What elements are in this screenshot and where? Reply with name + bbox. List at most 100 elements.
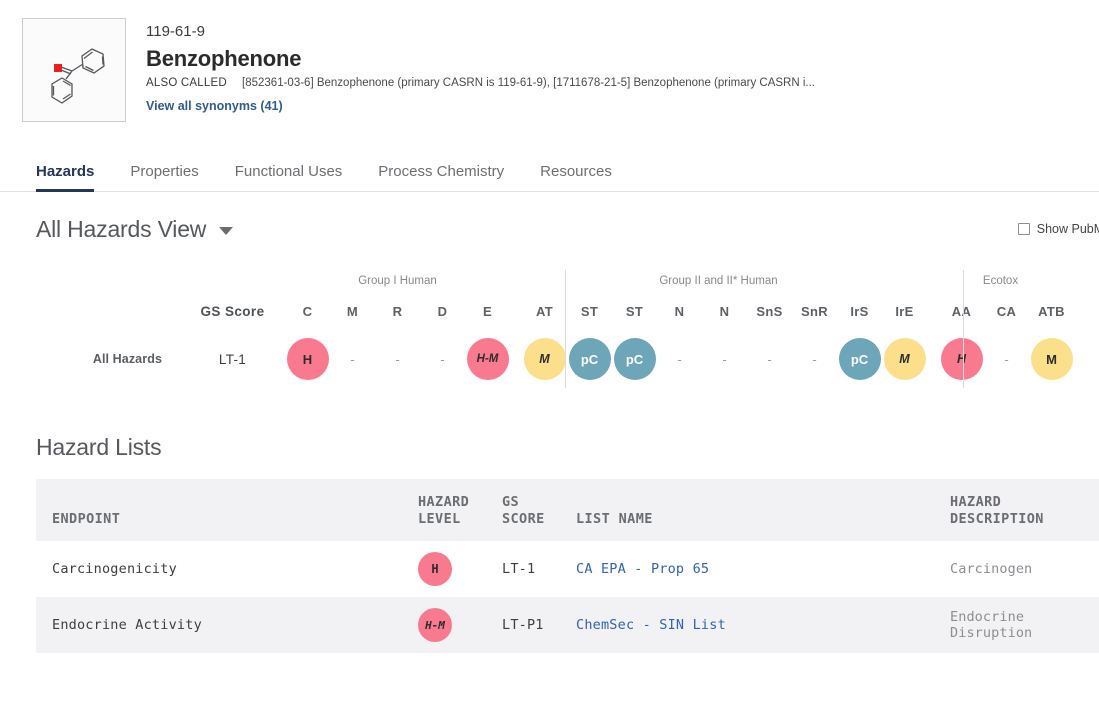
col-header-SnS[interactable]: SnS: [747, 304, 792, 319]
hazard-bubble-C[interactable]: H: [286, 338, 329, 380]
gs-score-line1: GS: [502, 494, 520, 510]
hazard-cell-IrS[interactable]: pC: [837, 338, 882, 380]
tab-functional-uses[interactable]: Functional Uses: [217, 164, 361, 191]
col-header-R[interactable]: R: [375, 304, 420, 319]
group-label-group-i-human: Group I Human: [358, 275, 437, 287]
hazard-level-badge[interactable]: H: [418, 552, 452, 586]
hazard-level-badge[interactable]: H-M: [418, 608, 452, 642]
hazard-bubble-ST1[interactable]: pC: [568, 338, 611, 380]
group-label-ecotox: Ecotox: [982, 275, 1019, 287]
all-hazards-view-dropdown[interactable]: All Hazards View: [36, 215, 234, 243]
cell-endpoint: Carcinogenicity: [52, 561, 177, 577]
tab-process-chemistry[interactable]: Process Chemistry: [360, 164, 522, 191]
hazard-bubble-IrE[interactable]: M: [883, 338, 926, 380]
hazard-cell-R: -: [395, 351, 400, 367]
tab-resources[interactable]: Resources: [522, 164, 630, 191]
cell-hazard-level[interactable]: H-M: [418, 608, 502, 642]
hazard-grid-group-labels: Group I Human Group II and II* Human Eco…: [0, 268, 1099, 294]
col-header-gs-score: GS SCORE: [502, 494, 576, 541]
hazard-cell-SnR: -: [812, 351, 817, 367]
col-header-hazard-level: HAZARD LEVEL: [418, 494, 502, 541]
cell-list-name-link[interactable]: ChemSec - SIN List: [576, 617, 950, 633]
col-header-N1[interactable]: N: [657, 304, 702, 319]
chevron-down-icon: [219, 227, 234, 235]
col-header-AA[interactable]: AA: [939, 304, 984, 319]
col-header-IrE[interactable]: IrE: [882, 304, 927, 319]
col-header-M[interactable]: M: [330, 304, 375, 319]
group-divider-2: [963, 270, 964, 388]
col-header-endpoint: ENDPOINT: [52, 511, 121, 527]
col-header-ATB[interactable]: ATB: [1029, 304, 1074, 319]
col-header-ST1[interactable]: ST: [567, 304, 612, 319]
col-header-E[interactable]: E: [465, 304, 510, 319]
hazard-lists-table: ENDPOINT HAZARD LEVEL GS SCORE LIST NAME…: [36, 479, 1099, 653]
cell-hazard-level[interactable]: H: [418, 552, 502, 586]
hazard-grid: Group I Human Group II and II* Human Eco…: [0, 268, 1099, 408]
hazard-cell-ATB[interactable]: M: [1029, 338, 1074, 380]
row-label-all-hazards: All Hazards: [92, 352, 162, 366]
col-header-IrS[interactable]: IrS: [837, 304, 882, 319]
hazard-cell-D: -: [440, 351, 445, 367]
tab-hazards[interactable]: Hazards: [36, 164, 112, 192]
hazard-cell-CA: -: [1004, 351, 1009, 367]
view-all-synonyms-link[interactable]: View all synonyms (41): [146, 99, 283, 113]
tab-properties[interactable]: Properties: [112, 164, 216, 191]
hazard-level-line1: HAZARD: [418, 494, 470, 510]
cell-gs-score: LT-1: [502, 561, 536, 577]
col-header-list-name: LIST NAME: [576, 511, 653, 527]
show-pubmed-label: Show PubMed I: [1036, 222, 1099, 236]
table-row[interactable]: Carcinogenicity H LT-1 CA EPA - Prop 65 …: [36, 541, 1099, 597]
hazard-cell-AA[interactable]: H: [939, 338, 984, 380]
hazard-cell-ST2[interactable]: pC: [612, 338, 657, 380]
col-header-CA[interactable]: CA: [984, 304, 1029, 319]
col-header-SnR[interactable]: SnR: [792, 304, 837, 319]
chemical-name: Benzophenone: [146, 46, 302, 71]
hazard-cell-E[interactable]: H-M: [465, 338, 510, 380]
col-header-ST2[interactable]: ST: [612, 304, 657, 319]
cell-hazard-description: Endocrine Disruption: [950, 609, 1033, 641]
hazard-lists-title: Hazard Lists: [36, 434, 162, 460]
hazard-bubble-E[interactable]: H-M: [466, 338, 509, 380]
table-row[interactable]: Endocrine Activity H-M LT-P1 ChemSec - S…: [36, 597, 1099, 653]
hazard-bubble-ATB[interactable]: M: [1030, 338, 1073, 380]
gs-score-header: GS Score: [200, 303, 265, 319]
gs-score-line2: SCORE: [502, 511, 545, 527]
hazard-cell-M: -: [350, 351, 355, 367]
hazard-cell-N1: -: [677, 351, 682, 367]
chemical-info: 119-61-9 Benzophenone ALSO CALLED [85236…: [126, 18, 815, 122]
show-pubmed-checkbox[interactable]: Show PubMed I: [1017, 222, 1099, 236]
also-called-row: ALSO CALLED [852361-03-6] Benzophenone (…: [146, 77, 815, 89]
hazard-grid-row-all-hazards: All Hazards LT-1 H - - - H-M M pC pC - -…: [0, 328, 1099, 390]
col-header-AT[interactable]: AT: [522, 304, 567, 319]
col-header-hazard-description: HAZARD DESCRIPTION: [950, 494, 1044, 527]
col-header-N2[interactable]: N: [702, 304, 747, 319]
cell-list-name-link[interactable]: CA EPA - Prop 65: [576, 561, 950, 577]
main-tabs: Hazards Properties Functional Uses Proce…: [0, 152, 1099, 192]
hazard-cell-AT[interactable]: M: [522, 338, 567, 380]
casrn-number: 119-61-9: [146, 23, 205, 40]
hazard-bubble-IrS[interactable]: pC: [838, 338, 881, 380]
chemical-header: 119-61-9 Benzophenone ALSO CALLED [85236…: [0, 0, 1099, 122]
hazard-cell-ST1[interactable]: pC: [567, 338, 612, 380]
hazard-bubble-AA[interactable]: H: [940, 338, 983, 380]
hazard-level-line2: LEVEL: [418, 511, 461, 527]
group-divider-1: [565, 270, 566, 388]
col-header-C[interactable]: C: [285, 304, 330, 319]
view-selector-row: All Hazards View Show PubMed I: [0, 192, 1099, 244]
molecule-svg: [51, 48, 105, 104]
hazard-cell-IrE[interactable]: M: [882, 338, 927, 380]
hazard-cell-N2: -: [722, 351, 727, 367]
view-selector-label: All Hazards View: [36, 215, 207, 242]
hazard-bubble-ST2[interactable]: pC: [613, 338, 656, 380]
hazard-cell-C[interactable]: H: [285, 338, 330, 380]
cell-gs-score: LT-P1: [502, 617, 544, 633]
hazard-grid-headers: GS Score C M R D E AT ST ST N N SnS SnR …: [0, 294, 1099, 328]
table-header-row: ENDPOINT HAZARD LEVEL GS SCORE LIST NAME…: [36, 479, 1099, 541]
benzophenone-structure-icon[interactable]: [22, 18, 126, 122]
chemical-hazard-page: 119-61-9 Benzophenone ALSO CALLED [85236…: [0, 0, 1099, 705]
col-header-D[interactable]: D: [420, 304, 465, 319]
checkbox-unchecked-icon[interactable]: [1017, 223, 1030, 235]
cell-endpoint: Endocrine Activity: [52, 617, 202, 633]
hazard-cell-SnS: -: [767, 351, 772, 367]
hazard-bubble-AT[interactable]: M: [523, 338, 566, 380]
